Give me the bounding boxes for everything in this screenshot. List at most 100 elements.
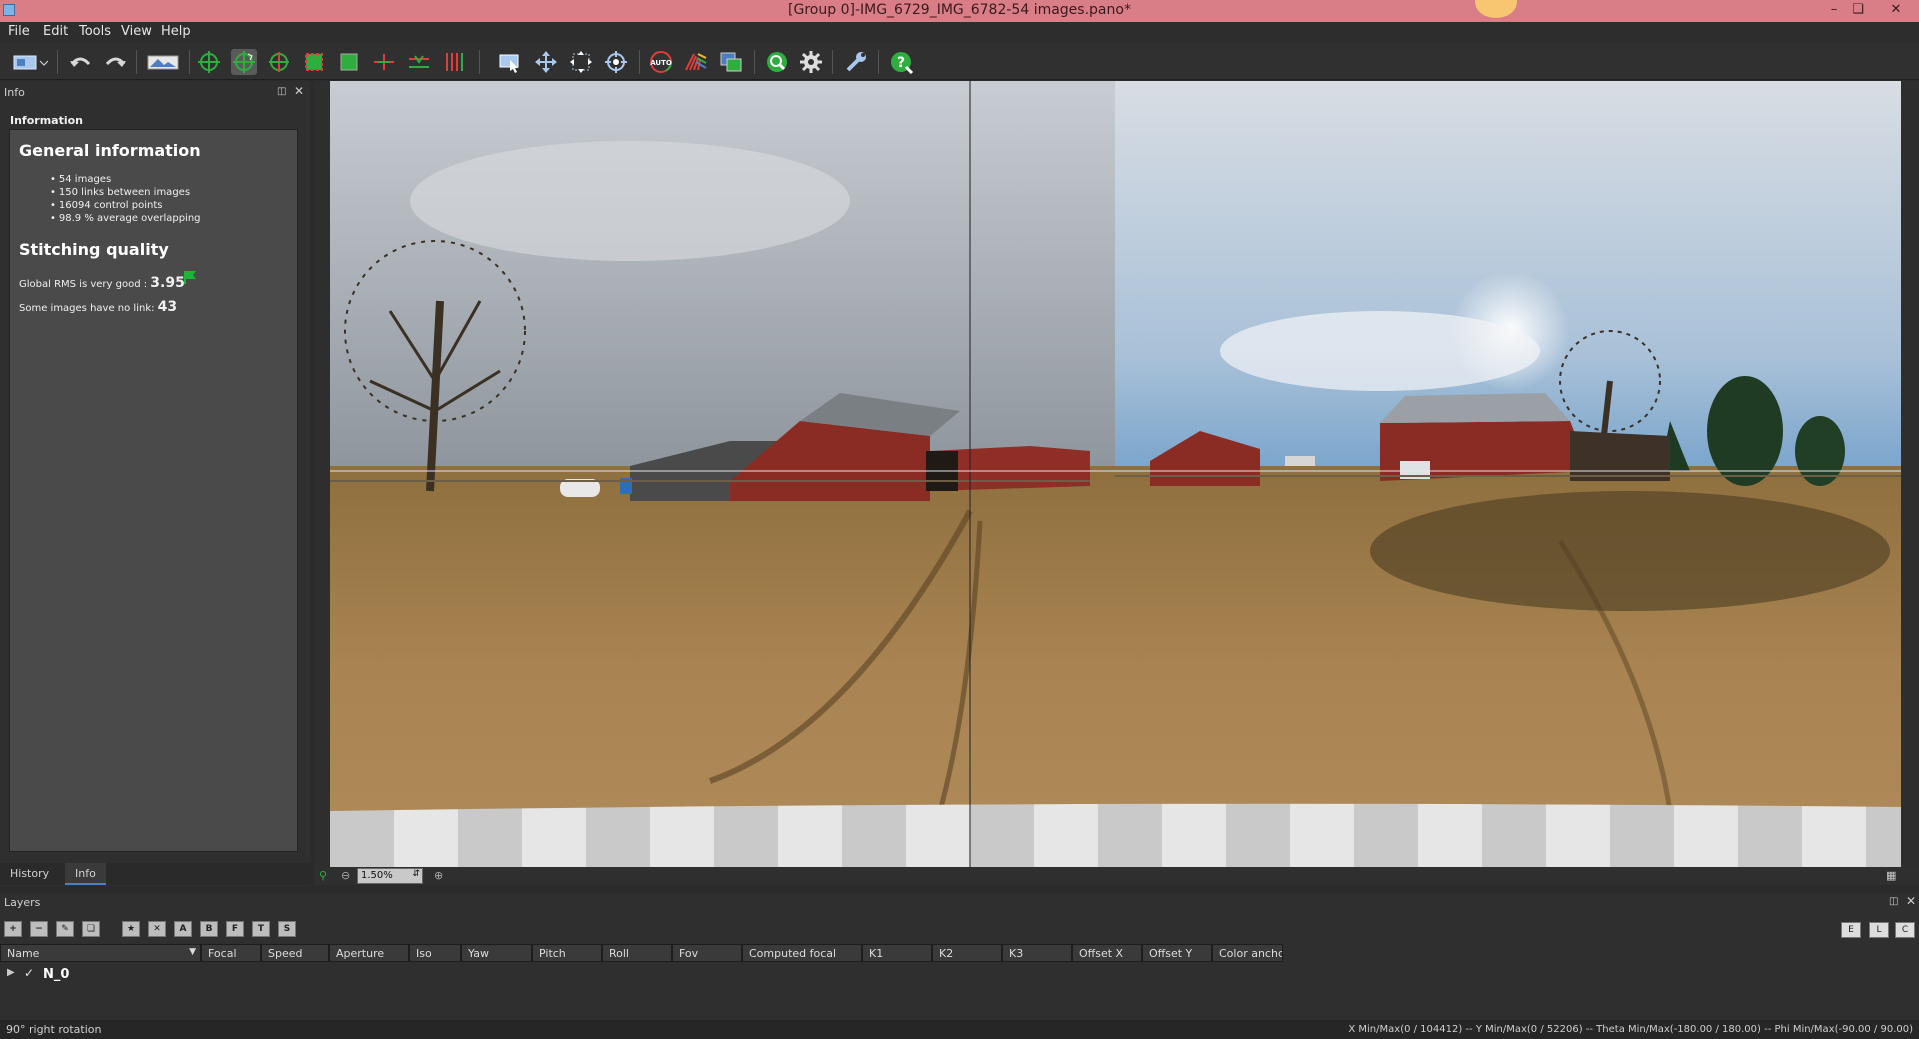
view-c-button[interactable]: C [1895,922,1915,938]
float-panel-icon[interactable]: ◫ [277,86,286,97]
layer-tool-b[interactable]: B [200,921,218,937]
rms-line: Global RMS is very good : 3.95 [19,275,185,291]
center-icon[interactable] [603,49,629,75]
window-title: [Group 0]-IMG_6729_IMG_6782-54 images.pa… [788,2,1131,18]
zoom-spinner-icon[interactable]: ⇵ [412,869,420,879]
layers-table-header: Name ▼ Focal Speed Aperture Iso Yaw Pitch… [0,944,1919,962]
stitching-quality-heading: Stitching quality [19,240,169,259]
column-computed-focal[interactable]: Computed focal [742,944,862,962]
pan-icon[interactable] [533,49,559,75]
remove-layer-icon[interactable]: − [30,921,48,937]
layer-tool-s[interactable]: S [278,921,296,937]
edit-layer-icon[interactable]: ✎ [56,921,74,937]
color-icon[interactable] [683,49,709,75]
copy-layer-icon[interactable]: ❏ [82,921,100,937]
selection-icon[interactable] [497,49,523,75]
help-icon[interactable]: ? [889,49,915,75]
horizon-icon[interactable] [371,49,397,75]
application-window: [Group 0]-IMG_6729_IMG_6782-54 images.pa… [0,0,1919,1039]
menu-file[interactable]: File [8,24,30,39]
restore-button[interactable]: ❏ [1843,0,1873,22]
view-e-button[interactable]: E [1841,922,1861,938]
zoom-level-input[interactable]: 1.50% ⇵ [357,868,423,884]
visibility-checkbox[interactable]: ✓ [24,966,34,980]
move-icon[interactable] [196,49,222,75]
column-k2[interactable]: K2 [932,944,1002,962]
info-panel: Info ◫ ✕ Information General information… [0,81,310,886]
column-speed[interactable]: Speed [261,944,329,962]
level-icon[interactable] [406,49,432,75]
panorama-image[interactable] [330,81,1901,867]
menu-bar: File Edit Tools View Help [0,22,1919,42]
title-bar: [Group 0]-IMG_6729_IMG_6782-54 images.pa… [0,0,1919,22]
settings-icon[interactable] [798,49,824,75]
stat-links: 150 links between images [50,186,201,199]
panorama-preview-icon[interactable] [146,49,180,75]
column-aperture[interactable]: Aperture [329,944,409,962]
nolink-label: Some images have no link: [19,303,158,314]
panel-tabs: History Info [0,863,310,885]
verticals-icon[interactable] [441,49,467,75]
layer-tool-t[interactable]: T [252,921,270,937]
zoom-out-icon[interactable]: ⊖ [341,869,350,882]
stat-overlapping: 98.9 % average overlapping [50,212,201,225]
auto-label: AUTO [650,59,672,67]
grid-view-icon[interactable]: ▦ [1886,869,1896,882]
layer-tool-a[interactable]: A [174,921,192,937]
undo-icon[interactable] [67,49,93,75]
status-message: 90° right rotation [6,1023,102,1036]
nolink-value: 43 [157,299,178,315]
tab-info[interactable]: Info [65,863,106,885]
status-bar: 90° right rotation X Min/Max(0 / 104412)… [0,1020,1919,1039]
rotate-icon[interactable] [231,49,257,75]
zoom-in-icon[interactable]: ⚲ [319,869,327,882]
view-l-button[interactable]: L [1869,922,1889,938]
straighten-icon[interactable] [266,49,292,75]
layer-name: N_0 [43,967,70,982]
expand-arrow-icon[interactable]: ▶ [7,967,15,978]
viewport-scrollbar[interactable] [1905,81,1919,867]
menu-help[interactable]: Help [161,24,191,39]
grid-icon[interactable] [568,49,594,75]
add-layer-icon[interactable]: + [4,921,22,937]
fit-icon[interactable] [336,49,362,75]
column-k3[interactable]: K3 [1002,944,1072,962]
auto-icon[interactable]: AUTO [648,49,674,75]
close-panel-icon[interactable]: ✕ [294,84,304,98]
column-name[interactable]: Name ▼ [0,944,201,962]
column-fov[interactable]: Fov [672,944,742,962]
column-yaw[interactable]: Yaw [461,944,532,962]
column-k1[interactable]: K1 [862,944,932,962]
panorama-viewport[interactable] [314,81,1905,867]
render-icon[interactable] [764,49,790,75]
close-button[interactable]: ✕ [1881,0,1911,22]
menu-view[interactable]: View [121,24,152,39]
delete-group-icon[interactable]: ✕ [148,921,166,937]
column-color-anchor[interactable]: Color anchc [1212,944,1283,962]
close-layers-icon[interactable]: ✕ [1906,894,1916,908]
information-label: Information [10,114,83,127]
blend-icon[interactable] [718,49,744,75]
float-layers-icon[interactable]: ◫ [1889,896,1898,907]
column-pitch[interactable]: Pitch [532,944,602,962]
layer-tool-f[interactable]: F [226,921,244,937]
column-focal[interactable]: Focal [201,944,261,962]
layers-panel-title: Layers [4,896,41,909]
add-group-icon[interactable]: ★ [122,921,140,937]
menu-tools[interactable]: Tools [79,24,111,39]
column-roll[interactable]: Roll [602,944,672,962]
column-offset-x[interactable]: Offset X [1072,944,1142,962]
tools-icon[interactable] [843,49,869,75]
layout-icon[interactable] [10,49,50,75]
column-offset-y[interactable]: Offset Y [1142,944,1212,962]
rms-label: Global RMS is very good : [19,279,151,290]
tab-history[interactable]: History [0,863,59,885]
menu-edit[interactable]: Edit [43,24,68,39]
column-iso[interactable]: Iso [409,944,461,962]
zoom-fit-icon[interactable]: ⊕ [434,869,443,882]
table-row[interactable]: ▶ ✓ N_0 [0,966,400,984]
crop-icon[interactable] [301,49,327,75]
info-panel-title: Info [4,86,25,99]
layers-panel: Layers ◫ ✕ + − ✎ ❏ ★ ✕ A B F T S E L C N… [0,893,1919,1020]
redo-icon[interactable] [103,49,129,75]
